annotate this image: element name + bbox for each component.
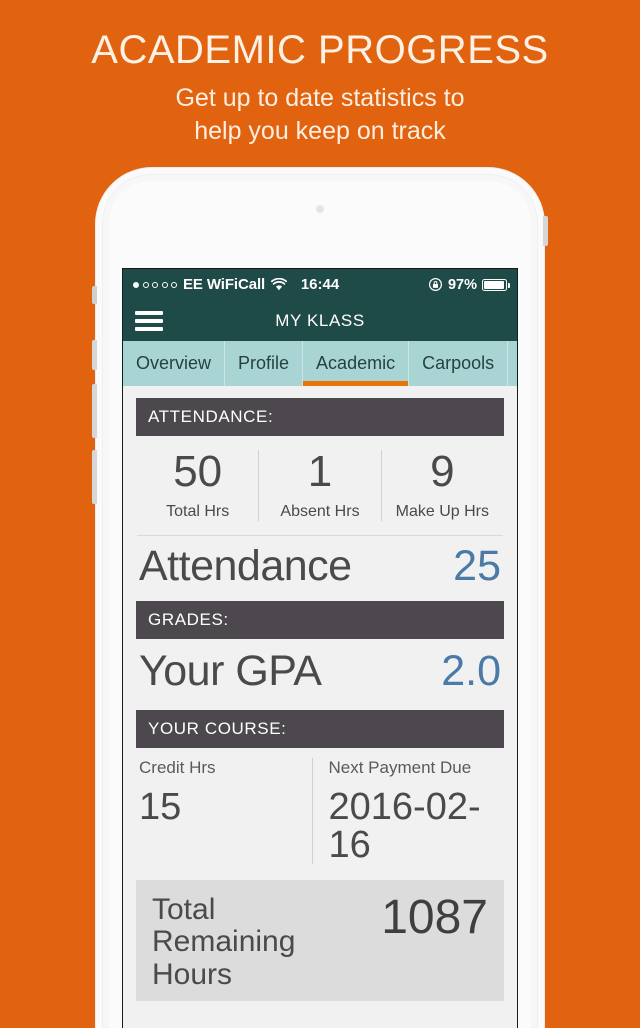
tab-carpools[interactable]: Carpools xyxy=(409,341,509,386)
attendance-summary-row: Attendance 25 xyxy=(123,536,517,595)
attendance-summary-label: Attendance xyxy=(139,542,352,590)
section-header-label: ATTENDANCE: xyxy=(148,407,274,426)
total-remaining-label: Total Remaining Hours xyxy=(152,893,296,991)
battery-percent-label: 97% xyxy=(447,276,477,293)
phone-screen: EE WiFiCall 16:44 97% MY KLASS Overview … xyxy=(122,268,518,1028)
section-header-label: GRADES: xyxy=(148,610,229,629)
volume-up-button[interactable] xyxy=(92,340,97,370)
course-details-grid: Credit Hrs 15 Next Payment Due 2016-02-1… xyxy=(123,748,517,864)
front-camera-icon xyxy=(316,205,324,213)
next-payment-value: 2016-02-16 xyxy=(328,786,481,866)
tab-bar: Overview Profile Academic Carpools Cla xyxy=(123,341,517,386)
status-bar: EE WiFiCall 16:44 97% xyxy=(123,269,517,300)
silent-switch[interactable] xyxy=(92,286,97,304)
stat-value: 9 xyxy=(430,447,455,496)
stat-value: 1 xyxy=(307,447,333,496)
total-remaining-value: 1087 xyxy=(381,891,488,944)
gpa-value: 2.0 xyxy=(441,647,501,695)
tab-overview[interactable]: Overview xyxy=(123,341,226,386)
credit-hours-value: 15 xyxy=(139,786,182,828)
tab-label: Carpools xyxy=(422,353,495,373)
hamburger-menu-icon[interactable] xyxy=(135,310,163,331)
tab-classes[interactable]: Cla xyxy=(508,341,517,386)
power-button[interactable] xyxy=(543,216,548,246)
page-title: MY KLASS xyxy=(275,310,365,330)
stat-label: Absent Hrs xyxy=(280,503,360,520)
attendance-stats-row: 50 Total Hrs 1 Absent Hrs 9 Make Up Hrs xyxy=(123,436,517,531)
battery-icon xyxy=(482,278,510,291)
stat-total-hrs: 50 Total Hrs xyxy=(137,450,258,521)
course-section-header: YOUR COURSE: xyxy=(136,710,504,748)
attendance-summary-value: 25 xyxy=(453,542,501,590)
total-remaining-hours-card: Total Remaining Hours 1087 xyxy=(136,880,504,1002)
wifi-icon xyxy=(271,278,288,291)
promo-header: ACADEMIC PROGRESS Get up to date statist… xyxy=(0,0,640,165)
section-header-label: YOUR COURSE: xyxy=(148,719,287,738)
gpa-summary-row: Your GPA 2.0 xyxy=(123,639,517,700)
stat-absent-hrs: 1 Absent Hrs xyxy=(258,450,380,521)
stat-value: 50 xyxy=(173,447,223,496)
tab-label: Academic xyxy=(316,353,396,373)
tab-label: Profile xyxy=(238,353,290,373)
attendance-section-header: ATTENDANCE: xyxy=(136,398,504,436)
grades-section-header: GRADES: xyxy=(136,601,504,639)
signal-strength-icon xyxy=(133,281,177,288)
stat-label: Make Up Hrs xyxy=(395,503,489,520)
rotation-lock-icon xyxy=(428,277,443,292)
volume-down-button[interactable] xyxy=(92,384,97,438)
app-navbar: MY KLASS xyxy=(123,300,517,341)
phone-device-mockup: EE WiFiCall 16:44 97% MY KLASS Overview … xyxy=(92,168,548,1028)
academic-content: ATTENDANCE: 50 Total Hrs 1 Absent Hrs 9 … xyxy=(123,398,517,1028)
next-payment-cell: Next Payment Due 2016-02-16 xyxy=(311,758,502,866)
stat-makeup-hrs: 9 Make Up Hrs xyxy=(380,447,503,521)
promo-subtitle-line1: Get up to date statistics to xyxy=(175,84,465,112)
tab-label: Overview xyxy=(136,353,212,373)
tab-academic[interactable]: Academic xyxy=(303,341,410,386)
promo-subtitle-line2: help you keep on track xyxy=(194,117,446,145)
stat-label: Total Hrs xyxy=(166,503,230,520)
next-payment-label: Next Payment Due xyxy=(328,758,472,777)
carrier-label: EE WiFiCall xyxy=(183,276,266,293)
credit-hours-cell: Credit Hrs 15 xyxy=(139,758,312,864)
gpa-label: Your GPA xyxy=(139,647,322,695)
credit-hours-label: Credit Hrs xyxy=(139,758,216,777)
promo-title: ACADEMIC PROGRESS xyxy=(91,28,549,72)
tab-profile[interactable]: Profile xyxy=(225,341,304,386)
status-bar-right-group: 97% xyxy=(428,276,510,293)
volume-extra-button[interactable] xyxy=(92,450,97,504)
